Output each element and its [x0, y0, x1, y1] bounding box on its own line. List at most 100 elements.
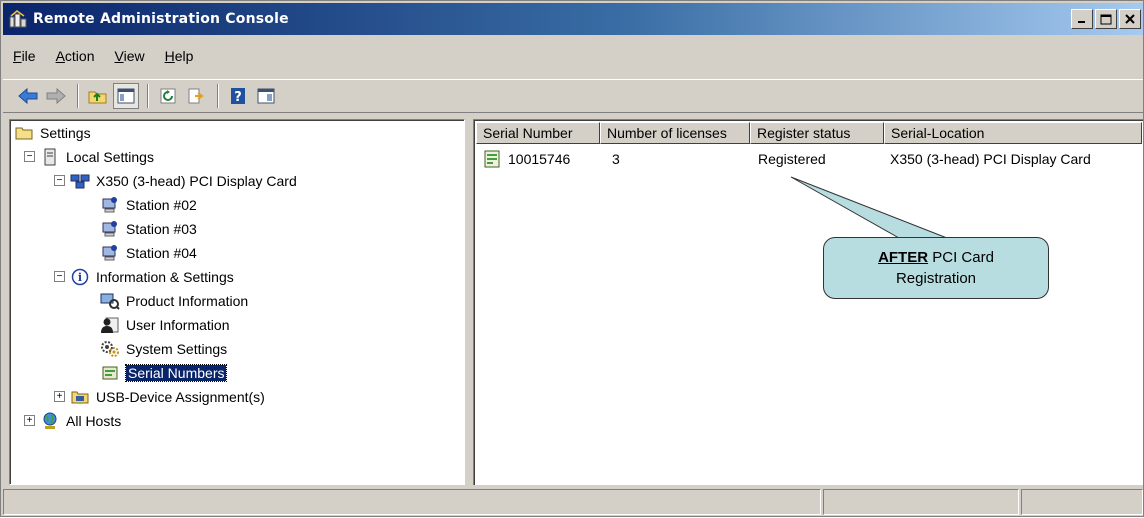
gears-icon — [100, 340, 120, 358]
tree-label: Product Information — [126, 293, 249, 309]
tree-label: Station #04 — [126, 245, 197, 261]
column-header-register-status[interactable]: Register status — [750, 122, 884, 144]
toolbar-separator — [217, 84, 219, 108]
collapse-toggle[interactable]: − — [24, 151, 35, 162]
tree-label: System Settings — [126, 341, 228, 357]
help-button[interactable]: ? — [225, 83, 251, 109]
up-folder-icon — [88, 91, 107, 104]
tree-node-all-hosts[interactable]: All Hosts — [40, 410, 121, 432]
help-icon: ? — [231, 88, 245, 105]
column-header-serial-location[interactable]: Serial-Location — [884, 122, 1142, 144]
menu-help[interactable]: Help — [165, 48, 194, 64]
user-information-icon — [100, 316, 120, 334]
forward-icon — [46, 87, 66, 105]
tree-label: User Information — [126, 317, 230, 333]
list-header: Serial Number Number of licenses Registe… — [476, 122, 1142, 144]
workstation-icon — [100, 244, 120, 262]
serial-entry-icon — [484, 150, 500, 168]
serial-numbers-icon — [100, 364, 120, 382]
workstation-icon — [100, 196, 120, 214]
tree-label: Station #03 — [126, 221, 197, 237]
table-row[interactable]: 10015746 3 Registered X350 (3-head) PCI … — [476, 148, 1144, 170]
menu-file[interactable]: File — [13, 48, 36, 64]
expand-toggle[interactable]: + — [54, 391, 65, 402]
info-icon: i — [70, 268, 90, 286]
forward-button[interactable] — [43, 83, 69, 109]
tree-label: Local Settings — [66, 149, 154, 165]
maximize-button[interactable] — [1095, 9, 1117, 29]
show-hide-tree-button[interactable] — [113, 83, 139, 109]
status-pane-2 — [823, 489, 1019, 515]
tree-node-station[interactable]: Station #04 — [100, 242, 197, 264]
menu-bar: File Action View Help — [3, 41, 213, 71]
globe-icon — [40, 412, 60, 430]
collapse-toggle[interactable]: − — [54, 175, 65, 186]
svg-text:?: ? — [234, 90, 242, 105]
callout-line1: AFTER PCI Card — [878, 247, 994, 268]
export-list-button[interactable] — [183, 83, 209, 109]
list-view[interactable]: Serial Number Number of licenses Registe… — [473, 119, 1143, 485]
server-icon — [40, 148, 60, 166]
tree-label: Station #02 — [126, 197, 197, 213]
minimize-icon — [1078, 21, 1085, 23]
tree-label: All Hosts — [66, 413, 122, 429]
close-icon — [1125, 14, 1135, 24]
tree-node-system-settings[interactable]: System Settings — [100, 338, 227, 360]
tree-node-usb-device-assignment[interactable]: USB-Device Assignment(s) — [70, 386, 265, 408]
folder-icon — [14, 124, 34, 142]
back-icon — [18, 87, 38, 105]
status-bar — [1, 489, 1144, 517]
export-list-icon — [188, 88, 204, 104]
workstation-icon — [100, 220, 120, 238]
tree-label: X350 (3-head) PCI Display Card — [96, 173, 297, 189]
up-folder-button[interactable] — [85, 83, 111, 109]
menu-action[interactable]: Action — [56, 48, 95, 64]
window-title: Remote Administration Console — [33, 11, 289, 27]
tree-node-information-settings[interactable]: i Information & Settings — [70, 266, 234, 288]
expand-toggle[interactable]: + — [24, 415, 35, 426]
tree-node-settings[interactable]: Settings — [14, 122, 91, 144]
tree-node-display-card[interactable]: X350 (3-head) PCI Display Card — [70, 170, 297, 192]
column-header-number-of-licenses[interactable]: Number of licenses — [600, 122, 750, 144]
tree-node-product-information[interactable]: Product Information — [100, 290, 248, 312]
tree-node-station[interactable]: Station #02 — [100, 194, 197, 216]
tree-label: Settings — [40, 125, 91, 141]
properties-button[interactable] — [253, 83, 279, 109]
tree-label: Information & Settings — [96, 269, 234, 285]
callout-line2: Registration — [895, 270, 977, 287]
tree-label: USB-Device Assignment(s) — [96, 389, 265, 405]
toolbar-separator — [77, 84, 79, 108]
minimize-button[interactable] — [1071, 9, 1093, 29]
app-icon — [9, 10, 27, 28]
tree-view[interactable]: Settings − Local Settings − X350 (3-head… — [9, 119, 465, 485]
pane-splitter[interactable] — [465, 119, 473, 485]
tree-node-serial-numbers[interactable]: Serial Numbers — [100, 362, 228, 384]
tree-node-user-information[interactable]: User Information — [100, 314, 229, 336]
close-button[interactable] — [1119, 9, 1141, 29]
refresh-button[interactable] — [155, 83, 181, 109]
product-information-icon — [100, 292, 120, 310]
tree-node-station[interactable]: Station #03 — [100, 218, 197, 240]
toolbar: ? — [3, 79, 1143, 113]
svg-text:i: i — [78, 271, 82, 284]
register-status-cell: Registered — [758, 151, 826, 167]
menu-view[interactable]: View — [115, 48, 145, 64]
column-header-serial-number[interactable]: Serial Number — [476, 122, 600, 144]
tree-label-selected: Serial Numbers — [124, 364, 228, 382]
show-hide-tree-icon — [117, 88, 135, 104]
callout-text: PCI Card — [928, 249, 994, 266]
collapse-toggle[interactable]: − — [54, 271, 65, 282]
toolbar-separator — [147, 84, 149, 108]
app-window: Remote Administration Console File Actio… — [0, 0, 1144, 517]
status-pane-3 — [1021, 489, 1143, 515]
back-button[interactable] — [15, 83, 41, 109]
maximize-icon — [1100, 14, 1112, 24]
tree-node-local-settings[interactable]: Local Settings — [40, 146, 154, 168]
title-bar[interactable]: Remote Administration Console — [3, 3, 1143, 35]
display-card-icon — [70, 172, 90, 190]
licenses-cell: 3 — [612, 151, 620, 167]
properties-icon — [257, 88, 275, 104]
callout-bold-text: AFTER — [878, 249, 929, 266]
status-pane-main — [3, 489, 821, 515]
annotation-callout: AFTER PCI Card Registration — [823, 237, 1049, 299]
